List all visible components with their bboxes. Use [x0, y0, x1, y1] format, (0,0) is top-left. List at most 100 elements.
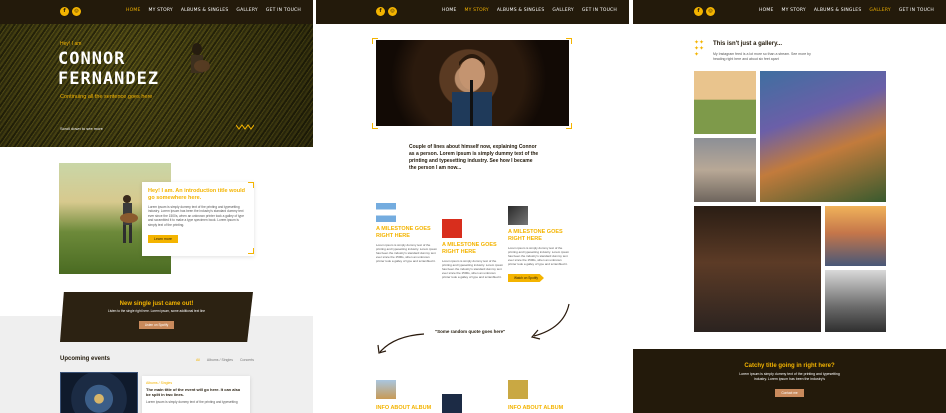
nav-item-home[interactable]: HOME	[126, 8, 140, 13]
nav-item-get-in-touch[interactable]: GET IN TOUCH	[582, 8, 617, 13]
hero-name-line1: CONNOR	[58, 49, 126, 69]
hero-tagline: Continuing all the sentence goes here	[60, 94, 153, 100]
social-links: f ◎	[376, 7, 397, 16]
event-title: The main title of the event will go here…	[146, 387, 241, 397]
nav-item-get-in-touch[interactable]: GET IN TOUCH	[899, 8, 934, 13]
gallery-photo[interactable]	[760, 71, 886, 202]
upcoming-events-title: Upcoming events	[60, 356, 111, 362]
milestone-photo-image	[508, 206, 528, 225]
new-single-banner: ⚡ New single just came out! Listen to th…	[60, 292, 253, 342]
squiggle-icon	[236, 124, 254, 130]
page: f ◎ HOME MY STORY ALBUMS & SINGLES GALLE…	[0, 0, 946, 413]
facebook-icon[interactable]: f	[694, 7, 703, 16]
about-text: Couple of lines about himself now, expla…	[409, 144, 539, 171]
main-nav: HOME MY STORY ALBUMS & SINGLES GALLERY G…	[126, 8, 301, 13]
milestone-card: A MILESTONE GOES RIGHT HERE Lorem ipsum …	[442, 219, 504, 279]
argentina-flag-image	[376, 203, 396, 222]
social-links: f ◎	[60, 7, 81, 16]
sparkle-icon: ✦✦ ✦✦ ✦	[694, 40, 705, 58]
top-nav-bar: f ◎ HOME MY STORY ALBUMS & SINGLES GALLE…	[633, 0, 946, 24]
milestone-text: Lorem ipsum is simply dummy text of the …	[508, 246, 570, 266]
nav-item-gallery[interactable]: GALLERY	[869, 8, 890, 13]
home-page-preview: f ◎ HOME MY STORY ALBUMS & SINGLES GALLE…	[0, 0, 313, 413]
info-album-title: INFO ABOUT ALBUM	[508, 405, 564, 411]
hero-name: CONNOR FERNANDEZ	[58, 49, 159, 89]
learn-more-button[interactable]: Learn more	[148, 235, 178, 244]
gallery-photo[interactable]	[694, 206, 821, 332]
gallery-photo[interactable]	[825, 270, 886, 332]
album-thumbnail-image	[376, 380, 396, 399]
event-category: Albums / Singles	[146, 381, 173, 385]
tab-all[interactable]: All	[196, 358, 200, 362]
listen-on-spotify-button[interactable]: Listen on Spotify	[138, 321, 175, 330]
nav-item-albums-singles[interactable]: ALBUMS & SINGLES	[814, 8, 862, 13]
instagram-icon[interactable]: ◎	[388, 7, 397, 16]
corner-accent-icon	[566, 38, 572, 44]
gallery-title: This isn't just a gallery...	[713, 41, 782, 47]
hero-greeting: Hey! I am	[60, 41, 82, 47]
main-nav: HOME MY STORY ALBUMS & SINGLES GALLERY G…	[759, 8, 934, 13]
nav-item-home[interactable]: HOME	[442, 8, 456, 13]
milestone-title: A MILESTONE GOES RIGHT HERE	[442, 242, 497, 255]
nav-item-albums-singles[interactable]: ALBUMS & SINGLES	[181, 8, 229, 13]
nav-item-gallery[interactable]: GALLERY	[552, 8, 573, 13]
corner-accent-icon	[248, 182, 254, 188]
facebook-icon[interactable]: f	[60, 7, 69, 16]
corner-accent-icon	[372, 38, 378, 44]
album-thumbnail-image	[508, 380, 528, 399]
corner-accent-icon	[248, 248, 254, 254]
singer-illustration	[452, 54, 492, 126]
top-nav-bar: f ◎ HOME MY STORY ALBUMS & SINGLES GALLE…	[316, 0, 629, 24]
album-thumbnail-image	[442, 394, 462, 413]
instagram-icon[interactable]: ◎	[706, 7, 715, 16]
social-links: f ◎	[694, 7, 715, 16]
info-album-title: INFO ABOUT ALBUM	[376, 405, 432, 411]
concert-photo	[376, 40, 569, 126]
gallery-photo[interactable]	[694, 71, 756, 134]
quote-text: "Some random quote goes here"	[435, 329, 506, 334]
milestone-text: Lorem ipsum is simply dummy text of the …	[442, 259, 504, 279]
milestone-title: A MILESTONE GOES RIGHT HERE	[376, 226, 431, 239]
event-filter-tabs: All Albums / Singles Concerts	[196, 358, 254, 362]
milestone-card: A MILESTONE GOES RIGHT HERE Lorem ipsum …	[376, 203, 438, 263]
corner-accent-icon	[372, 123, 378, 129]
milestone-title: A MILESTONE GOES RIGHT HERE	[508, 229, 563, 242]
event-card[interactable]: Albums / Singles The main title of the e…	[142, 376, 250, 413]
hero-name-line2: FERNANDEZ	[58, 69, 160, 89]
banner-title: New single just came out!	[119, 301, 194, 307]
facebook-icon[interactable]: f	[376, 7, 385, 16]
nav-item-my-story[interactable]: MY STORY	[148, 8, 172, 13]
nav-item-albums-singles[interactable]: ALBUMS & SINGLES	[497, 8, 545, 13]
guitarist-photo-figure	[191, 43, 210, 73]
intro-card: Hey! I am. An introduction title would g…	[142, 182, 254, 256]
footer-title: Catchy title going in right here?	[744, 363, 835, 369]
nav-item-get-in-touch[interactable]: GET IN TOUCH	[266, 8, 301, 13]
milestone-logo-image	[442, 219, 462, 238]
watch-on-spotify-button[interactable]: Watch on Spotify	[508, 274, 544, 282]
gallery-photo[interactable]	[694, 138, 756, 202]
lightning-icon: ⚡	[155, 285, 164, 292]
gallery-page-preview: f ◎ HOME MY STORY ALBUMS & SINGLES GALLE…	[633, 0, 946, 413]
scroll-down-link[interactable]: Scroll down to see more	[60, 126, 103, 131]
footer-text: Lorem ipsum is simply dummy text of the …	[739, 372, 840, 381]
nav-item-gallery[interactable]: GALLERY	[236, 8, 257, 13]
milestone-card: A MILESTONE GOES RIGHT HERE Lorem ipsum …	[508, 206, 570, 284]
instagram-icon[interactable]: ◎	[72, 7, 81, 16]
nav-item-my-story[interactable]: MY STORY	[464, 8, 488, 13]
nav-item-home[interactable]: HOME	[759, 8, 773, 13]
intro-text: Lorem ipsum is simply dummy text of the …	[148, 205, 245, 227]
corner-accent-icon	[566, 123, 572, 129]
nav-item-my-story[interactable]: MY STORY	[781, 8, 805, 13]
tab-concerts[interactable]: Concerts	[240, 358, 254, 362]
gallery-text: My Instagram feed is a lot more so than …	[713, 52, 811, 61]
story-page-preview: f ◎ HOME MY STORY ALBUMS & SINGLES GALLE…	[316, 0, 629, 413]
intro-title: Hey! I am. An introduction title would g…	[148, 188, 245, 201]
contact-footer: Catchy title going in right here? Lorem …	[633, 349, 946, 413]
tab-albums-singles[interactable]: Albums / Singles	[207, 358, 233, 362]
top-nav-bar: f ◎ HOME MY STORY ALBUMS & SINGLES GALLE…	[0, 0, 313, 24]
event-album-cover	[60, 372, 138, 413]
contact-me-button[interactable]: Contact me	[775, 389, 804, 397]
event-text: Lorem ipsum is simply dummy text of the …	[146, 400, 238, 404]
gallery-photo[interactable]	[825, 206, 886, 266]
milestone-text: Lorem ipsum is simply dummy text of the …	[376, 243, 438, 263]
